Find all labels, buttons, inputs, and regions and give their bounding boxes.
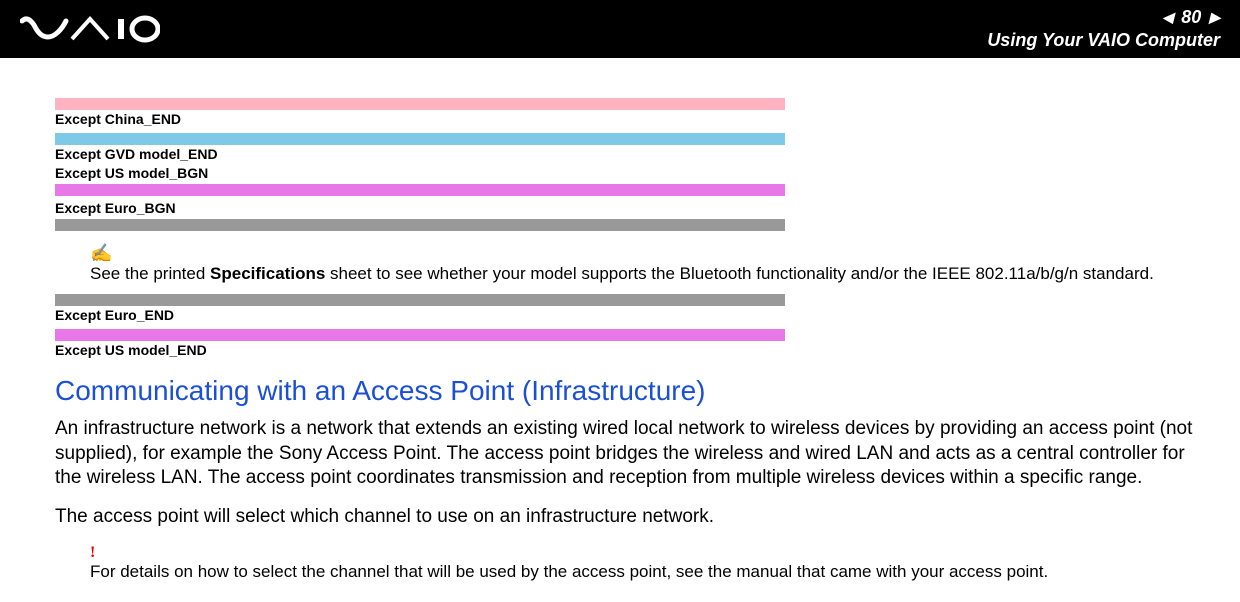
tag-except-euro-bgn: Except Euro_BGN [55, 199, 785, 231]
exclamation-icon: ! [90, 544, 1200, 562]
tag-label: Except China_END [55, 110, 785, 130]
page-header: ◀ 80 ▶ Using Your VAIO Computer [0, 0, 1240, 58]
page-number: 80 [1181, 7, 1201, 28]
tag-label: Except US model_BGN [55, 164, 785, 184]
bar-gray [55, 219, 785, 231]
note-text: See the printed Specifications sheet to … [90, 264, 1200, 284]
tag-except-us-bgn: Except US model_BGN [55, 164, 785, 196]
warning-text: For details on how to select the channel… [90, 562, 1200, 582]
body-para-2: The access point will select which chann… [55, 505, 1200, 530]
tag-except-us-end: Except US model_END [55, 329, 785, 361]
bar-magenta [55, 329, 785, 341]
tag-except-gvd-end: Except GVD model_END [55, 133, 785, 165]
prev-arrow-icon[interactable]: ◀ [1162, 9, 1173, 26]
bar-gray [55, 294, 785, 306]
header-right: ◀ 80 ▶ Using Your VAIO Computer [987, 7, 1220, 51]
bar-skyblue [55, 133, 785, 145]
next-arrow-icon[interactable]: ▶ [1209, 9, 1220, 26]
tag-except-china-end: Except China_END [55, 98, 785, 130]
page-content: Except China_END Except GVD model_END Ex… [0, 58, 1240, 602]
tag-label: Except GVD model_END [55, 145, 785, 165]
tag-except-euro-end: Except Euro_END [55, 294, 785, 326]
note-suffix: sheet to see whether your model supports… [325, 264, 1154, 283]
tag-label: Except Euro_BGN [55, 199, 785, 219]
header-subtitle: Using Your VAIO Computer [987, 30, 1220, 51]
note-prefix: See the printed [90, 264, 210, 283]
bar-pink [55, 98, 785, 110]
vaio-logo [20, 15, 160, 43]
tag-label: Except US model_END [55, 341, 785, 361]
body-para-1: An infrastructure network is a network t… [55, 417, 1200, 491]
page-nav: ◀ 80 ▶ [987, 7, 1220, 28]
tag-label: Except Euro_END [55, 306, 785, 326]
section-heading: Communicating with an Access Point (Infr… [55, 375, 1200, 407]
pencil-icon: ✍ [90, 243, 1200, 264]
note-bold: Specifications [210, 264, 325, 283]
bar-magenta [55, 184, 785, 196]
warning-block: ! For details on how to select the chann… [90, 544, 1200, 582]
note-block: ✍ See the printed Specifications sheet t… [90, 243, 1200, 284]
